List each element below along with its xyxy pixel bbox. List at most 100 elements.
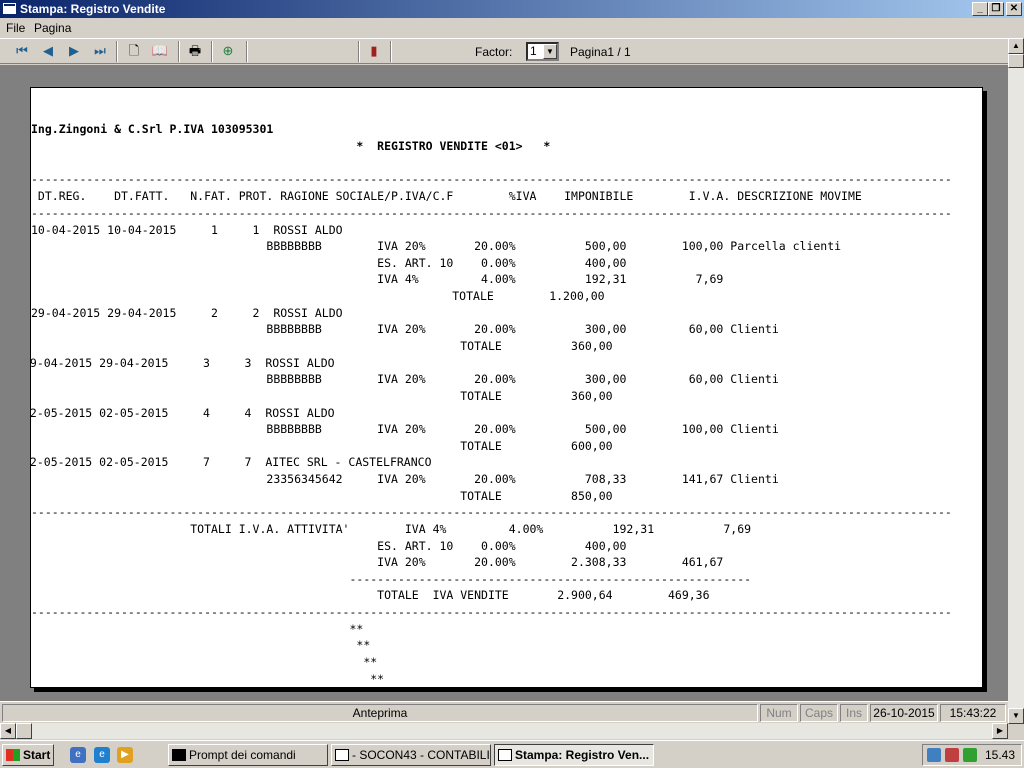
first-page-icon[interactable]: ⏮: [12, 42, 32, 60]
media-player-icon[interactable]: ▶: [117, 747, 133, 763]
system-tray: 15.43: [922, 744, 1022, 766]
update-icon[interactable]: [963, 748, 977, 762]
report-line: 02-05-2015 02-05-2015 4 4 ROSSI ALDO: [30, 406, 335, 420]
scroll-right-icon[interactable]: ▶: [992, 723, 1008, 739]
report-line: IVA 4% 4.00% 192,31 7,69: [31, 272, 724, 286]
page-indicator: Pagina1 / 1: [570, 45, 631, 59]
show-desktop-icon[interactable]: e: [70, 747, 86, 763]
report-line: ----------------------------------------…: [31, 505, 952, 519]
factor-select[interactable]: 1 ▼: [526, 42, 559, 61]
scroll-down-icon[interactable]: ▼: [1008, 708, 1024, 724]
report-line: DT.REG. DT.FATT. N.FAT. PROT. RAGIONE SO…: [31, 189, 862, 203]
scroll-thumb[interactable]: [1008, 54, 1024, 68]
report-line: * REGISTRO VENDITE <01> *: [31, 139, 551, 153]
status-bar: Anteprima Num Caps Ins 26-10-2015 15:43:…: [0, 701, 1008, 723]
report-line: ----------------------------------------…: [31, 206, 952, 220]
report-line: TOTALE 850,00: [31, 489, 613, 503]
report-line: IVA 20% 20.00% 2.308,33 461,67: [31, 555, 724, 569]
task-socon43[interactable]: - SOCON43 - CONTABILI...: [331, 744, 491, 766]
last-page-icon[interactable]: ⏭: [90, 42, 110, 60]
report-line: ----------------------------------------…: [31, 172, 952, 186]
toolbar: ⏮ ◀ ▶ ⏭ 🗋 📖 🖶 ⊕ ▮ Factor: 1 ▼ Pagina1 / …: [0, 38, 1008, 64]
minimize-button[interactable]: _: [972, 2, 988, 16]
report-line: 10-04-2015 10-04-2015 1 1 ROSSI ALDO: [31, 223, 343, 237]
report-line: ----------------------------------------…: [31, 605, 952, 619]
single-page-icon[interactable]: 🗋: [124, 42, 144, 60]
status-mode: Anteprima: [2, 704, 758, 722]
report-line: ----------------------------------------…: [31, 572, 752, 586]
window-icon: [498, 749, 512, 761]
scroll-left-icon[interactable]: ◀: [0, 723, 16, 739]
toolbar-separator: [211, 41, 213, 62]
internet-explorer-icon[interactable]: e: [94, 747, 110, 763]
report-line: TOTALE 1.200,00: [30, 289, 605, 303]
windows-logo-icon: [6, 749, 20, 761]
toolbar-separator: [116, 41, 118, 62]
report-line: ES. ART. 10 0.00% 400,00: [31, 256, 627, 270]
report-line: BBBBBBBB IVA 20% 20.00% 500,00 100,00 Cl…: [31, 422, 779, 436]
report-line: Ing.Zingoni & C.Srl P.IVA 103095301: [31, 122, 274, 136]
report-line: 02-05-2015 02-05-2015 7 7 AITEC SRL - CA…: [30, 455, 432, 469]
printer-icon[interactable]: 🖶: [185, 42, 205, 60]
report-line: ES. ART. 10 0.00% 400,00: [31, 539, 627, 553]
report-line: TOTALI I.V.A. ATTIVITA' IVA 4% 4.00% 192…: [31, 522, 752, 536]
exit-door-icon[interactable]: ▮: [364, 42, 384, 60]
task-label: Stampa: Registro Ven...: [515, 748, 650, 762]
title-bar: Stampa: Registro Vendite _ ❐ ✕: [0, 0, 1024, 18]
window-icon: [335, 749, 349, 761]
network-icon[interactable]: [927, 748, 941, 762]
report-line: **: [31, 655, 378, 669]
num-lock-indicator: Num: [760, 704, 798, 722]
report-line: TOTALE 600,00: [31, 439, 613, 453]
start-button[interactable]: Start: [2, 744, 54, 766]
report-line: 29-04-2015 29-04-2015 3 3 ROSSI ALDO: [30, 356, 335, 370]
menu-bar: File Pagina: [0, 18, 1024, 38]
toolbar-separator: [246, 41, 248, 62]
window-title: Stampa: Registro Vendite: [20, 2, 166, 16]
report-line: BBBBBBBB IVA 20% 20.00% 500,00 100,00 Pa…: [31, 239, 842, 253]
report-line: **: [31, 622, 364, 636]
security-icon[interactable]: [945, 748, 959, 762]
close-button[interactable]: ✕: [1006, 2, 1022, 16]
report-line: TOTALE 360,00: [31, 389, 613, 403]
chevron-down-icon[interactable]: ▼: [543, 44, 557, 59]
report-line: BBBBBBBB IVA 20% 20.00% 300,00 60,00 Cli…: [31, 372, 779, 386]
restore-button[interactable]: ❐: [988, 2, 1004, 16]
task-label: Prompt dei comandi: [189, 748, 296, 762]
toolbar-separator: [178, 41, 180, 62]
next-page-icon[interactable]: ▶: [64, 42, 84, 60]
vertical-scrollbar[interactable]: ▲ ▼: [1008, 38, 1024, 724]
report-line: **: [31, 672, 385, 686]
taskbar: Start e e ▶ Prompt dei comandi - SOCON43…: [0, 740, 1024, 768]
caps-lock-indicator: Caps: [800, 704, 838, 722]
toolbar-separator: [358, 41, 360, 62]
report-line: BBBBBBBB IVA 20% 20.00% 300,00 60,00 Cli…: [31, 322, 779, 336]
export-icon[interactable]: ⊕: [218, 42, 238, 60]
factor-value: 1: [530, 44, 537, 58]
horizontal-scrollbar[interactable]: ◀ ▶: [0, 723, 1008, 739]
factor-label: Factor:: [475, 45, 513, 59]
menu-file[interactable]: File: [6, 21, 25, 35]
toolbar-separator: [390, 41, 392, 62]
hscroll-thumb[interactable]: [16, 723, 32, 739]
report-line: TOTALE IVA VENDITE 2.900,64 469,36: [31, 588, 710, 602]
task-prompt-dei-comandi[interactable]: Prompt dei comandi: [168, 744, 328, 766]
task-stampa-registro[interactable]: Stampa: Registro Ven...: [494, 744, 654, 766]
report-line: 29-04-2015 29-04-2015 2 2 ROSSI ALDO: [31, 306, 343, 320]
cmd-icon: [172, 749, 186, 761]
menu-pagina[interactable]: Pagina: [34, 21, 71, 35]
report-line: TOTALE 360,00: [31, 339, 613, 353]
insert-indicator: Ins: [840, 704, 868, 722]
status-date: 26-10-2015: [870, 704, 938, 722]
report-line: 23356345642 IVA 20% 20.00% 708,33 141,67…: [31, 472, 779, 486]
preview-area: Ing.Zingoni & C.Srl P.IVA 103095301 * RE…: [0, 65, 1008, 701]
report-page: Ing.Zingoni & C.Srl P.IVA 103095301 * RE…: [30, 87, 983, 688]
task-label: - SOCON43 - CONTABILI...: [352, 748, 491, 762]
start-label: Start: [23, 748, 51, 762]
clock: 15.43: [984, 748, 1015, 762]
app-icon: [3, 3, 16, 14]
scroll-up-icon[interactable]: ▲: [1008, 38, 1024, 54]
prev-page-icon[interactable]: ◀: [38, 42, 58, 60]
two-page-icon[interactable]: 📖: [150, 42, 170, 60]
status-time: 15:43:22: [940, 704, 1006, 722]
